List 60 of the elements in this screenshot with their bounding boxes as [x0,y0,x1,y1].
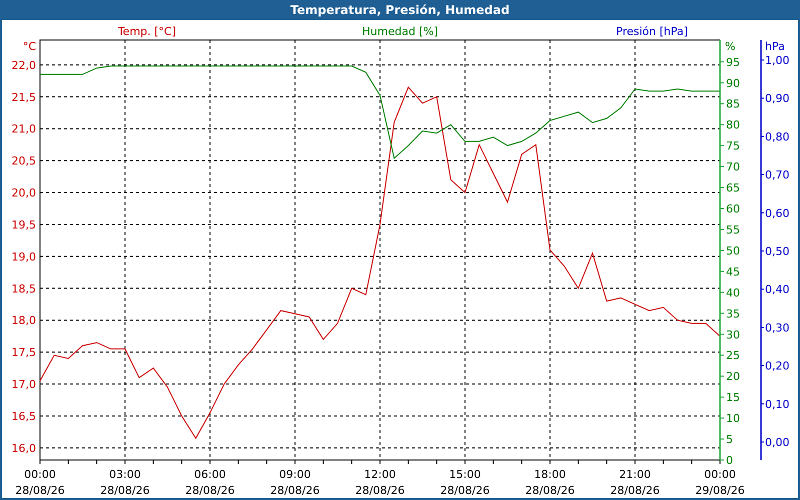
tick-label: 35 [726,307,740,320]
tick-label: 20,5 [12,154,36,168]
tick-label: 0,60 [765,206,790,220]
tick-label: 0,50 [765,245,790,258]
tick-label: 85 [726,98,740,111]
tick-label: 50 [726,244,740,258]
tick-label: 0,80 [765,130,790,144]
tick-label: 0,20 [765,360,790,373]
tick-label: 22,0 [12,58,36,72]
tick-label: 95 [726,56,740,69]
tick-label: 20,0 [12,186,36,200]
tick-label: 5 [726,433,733,446]
tick-label: 18,5 [12,282,36,296]
tick-label: 1,00 [765,54,790,67]
tick-label: 18,0 [12,314,36,328]
tick-label: 15:00 28/08/26 [440,468,490,497]
tick-label: 0,30 [765,321,790,334]
tick-label: 21,0 [12,122,36,136]
tick-label: 0 [726,454,733,467]
tick-label: 10 [726,412,740,426]
tick-label: 16,5 [12,410,36,423]
tick-label: 20 [726,370,740,384]
tick-label: 0,10 [765,398,790,411]
tick-label: 0,40 [765,283,790,296]
tick-label: 17,0 [12,378,36,392]
tick-label: 60 [726,202,740,216]
legend-label: Humedad [%] [362,25,438,38]
window-title: Temperatura, Presión, Humedad [289,2,511,19]
tick-label: 03:00 28/08/26 [100,468,150,497]
tick-label: 19,0 [12,250,36,264]
tick-label: 65 [726,182,740,195]
tick-label: 06:00 28/08/26 [185,468,235,497]
legend-label: Presión [hPa] [616,25,688,38]
tick-label: 00:00 28/08/26 [15,468,65,497]
tick-label: 40 [726,286,740,300]
axis-unit: % [725,40,736,53]
tick-label: 12:00 28/08/26 [355,468,405,497]
tick-label: 80 [726,118,740,132]
tick-label: 25 [726,349,740,362]
tick-label: 16,0 [12,442,36,455]
tick-label: 17,5 [12,346,36,360]
tick-label: 19,5 [12,218,36,232]
tick-label: 15 [726,391,740,404]
tick-label: 09:00 28/08/26 [270,468,320,497]
tick-label: 18:00 28/08/26 [525,468,575,497]
tick-label: 21:00 28/08/26 [610,468,660,497]
axis-unit: hPa [765,40,785,53]
tick-label: 00:00 29/08/26 [695,468,745,497]
tick-label: 55 [726,223,740,236]
tick-label: 0,90 [765,92,790,106]
tick-label: 21,5 [12,90,36,104]
tick-label: 45 [726,265,740,278]
axis-unit: °C [22,40,36,53]
tick-label: 0,70 [765,168,790,182]
tick-label: 70 [726,160,740,174]
tick-label: 0,00 [765,436,790,449]
tick-label: 30 [726,328,740,342]
tick-label: 90 [726,76,740,90]
legend-label: Temp. [°C] [118,25,176,38]
tick-label: 75 [726,140,740,153]
